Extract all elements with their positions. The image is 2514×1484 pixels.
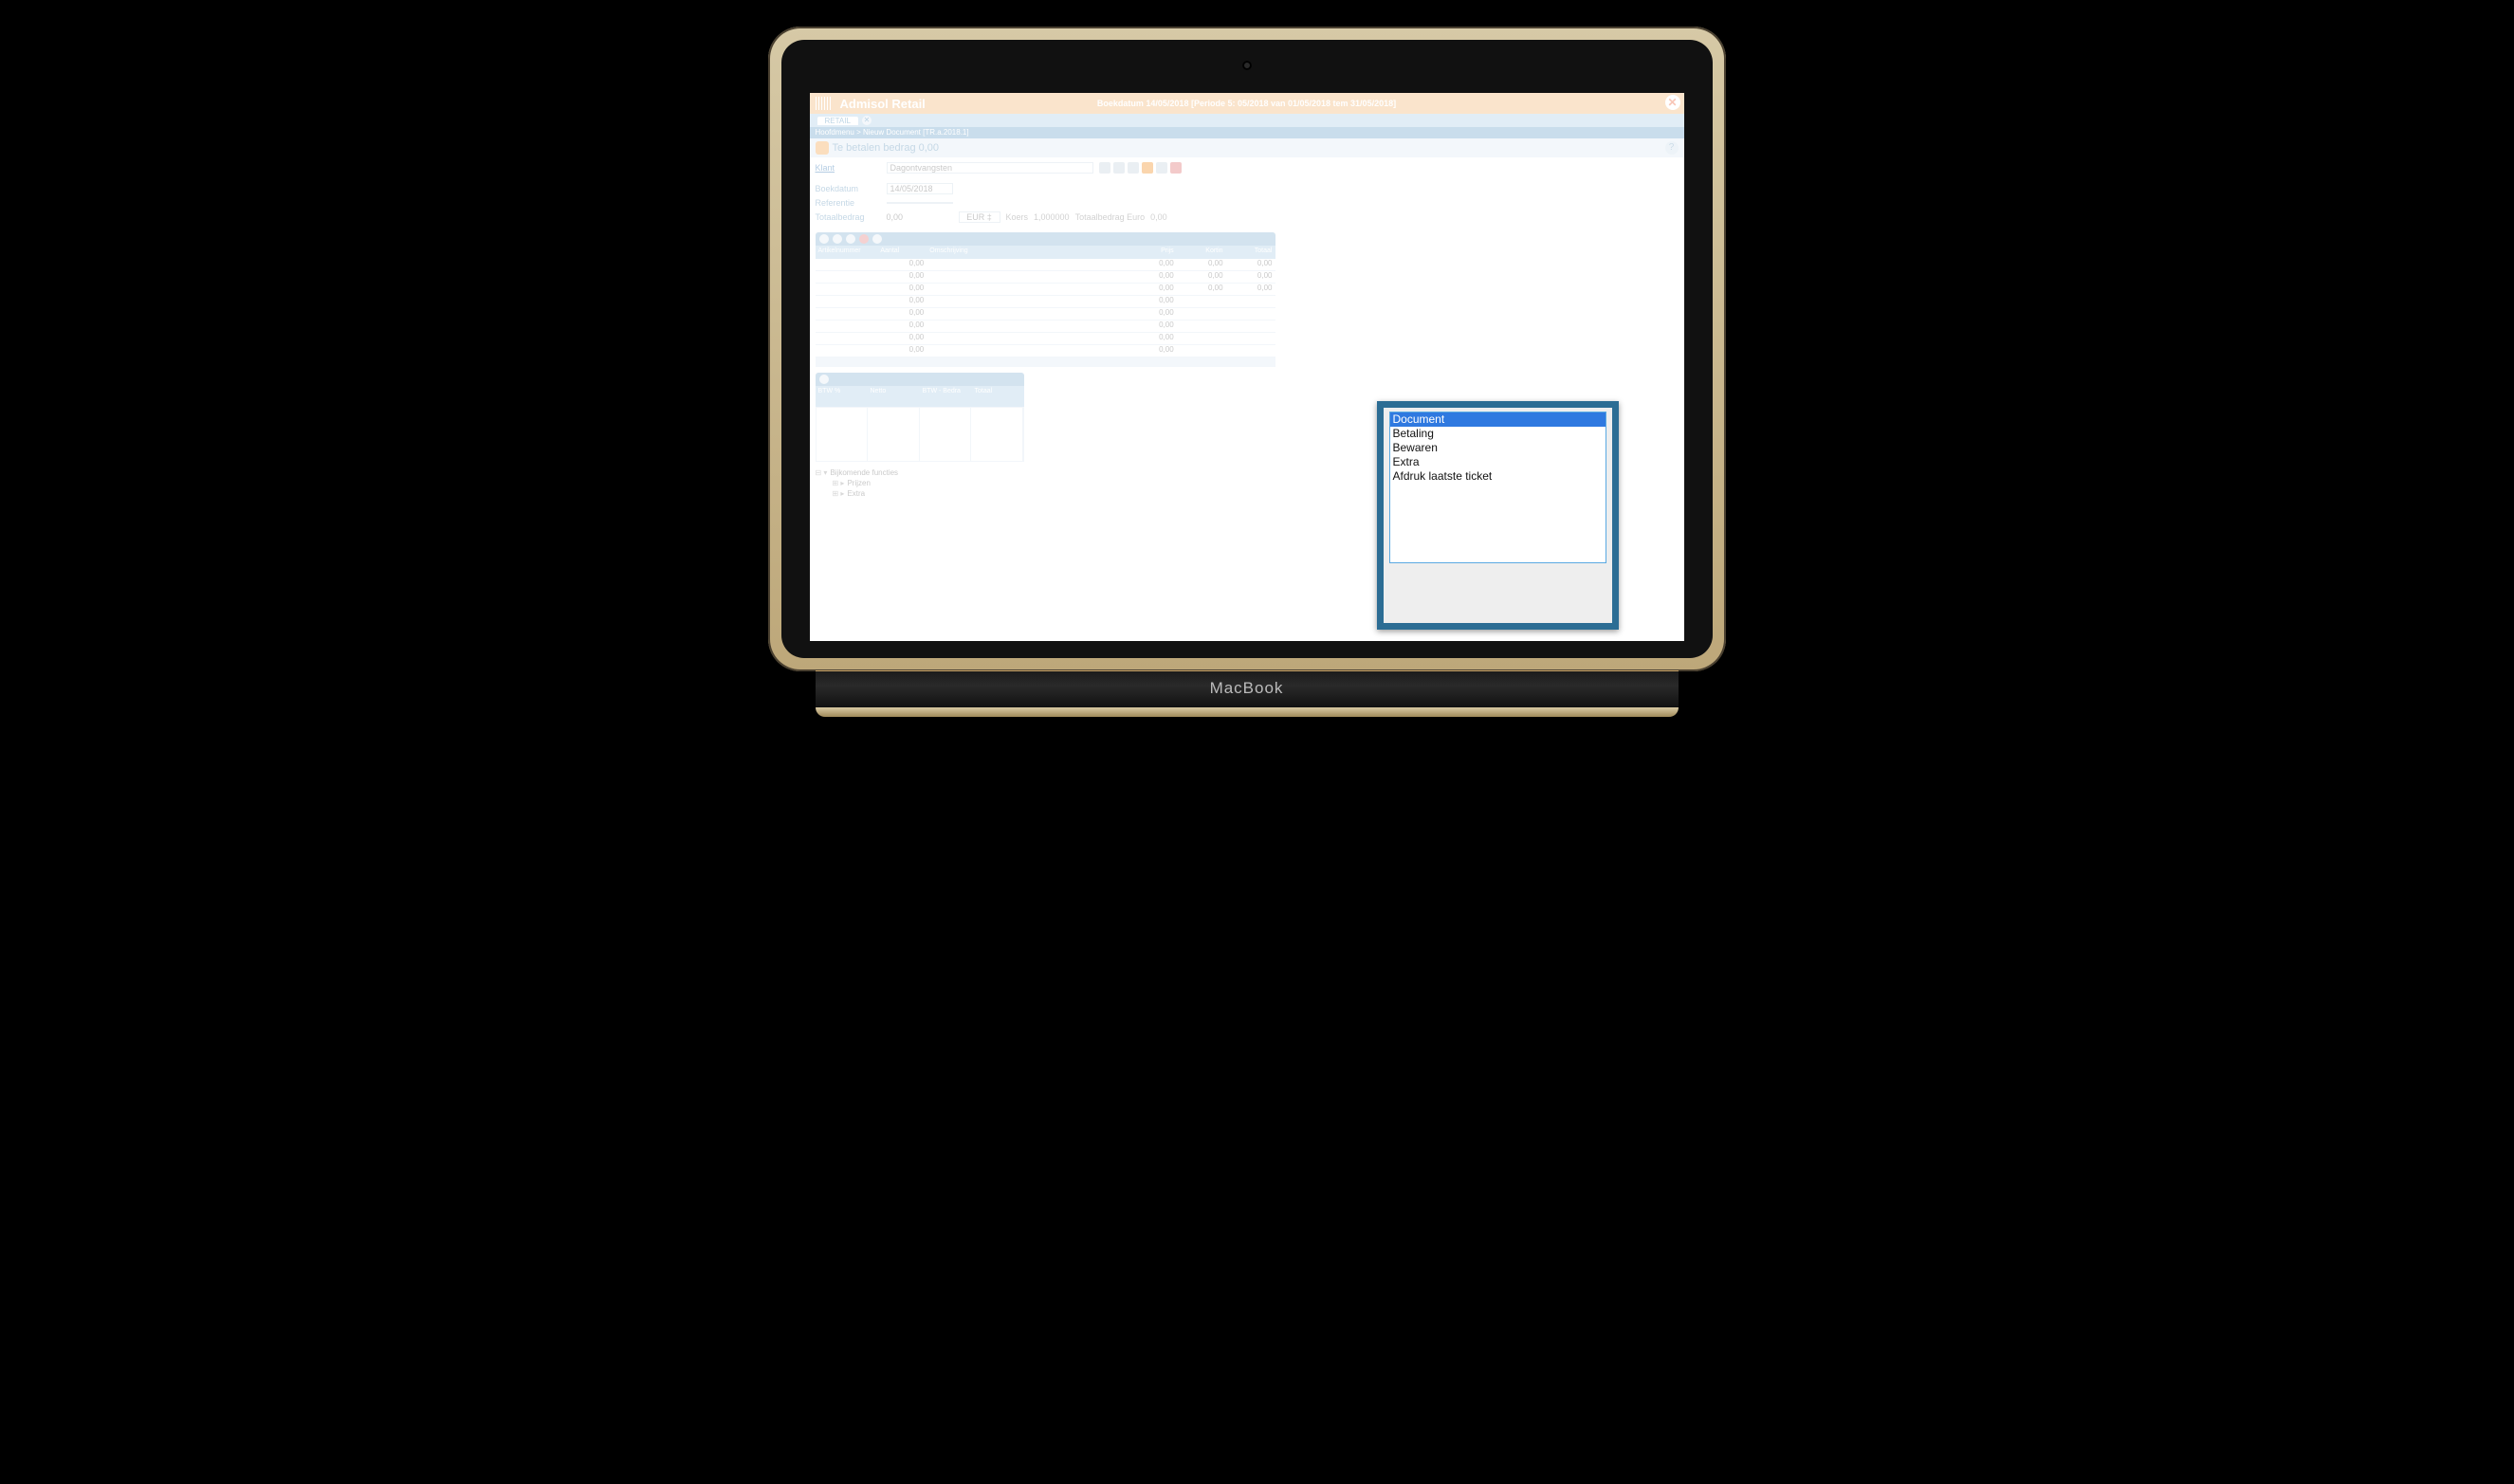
- popup-item-afdruk[interactable]: Afdruk laatste ticket: [1390, 469, 1606, 484]
- laptop-bezel: Admisol Retail Boekdatum 14/05/2018 [Per…: [781, 40, 1713, 658]
- laptop-hinge: MacBook: [816, 670, 1679, 707]
- camera-icon: [1242, 61, 1252, 70]
- popup-dialog: Document Betaling Bewaren Extra Afdruk l…: [1377, 401, 1619, 630]
- laptop-frame: Admisol Retail Boekdatum 14/05/2018 [Per…: [768, 27, 1726, 671]
- app-screen: Admisol Retail Boekdatum 14/05/2018 [Per…: [810, 93, 1684, 641]
- popup-item-bewaren[interactable]: Bewaren: [1390, 441, 1606, 455]
- popup-item-betaling[interactable]: Betaling: [1390, 427, 1606, 441]
- popup-item-document[interactable]: Document: [1390, 412, 1606, 427]
- laptop-base: [816, 707, 1679, 717]
- popup-item-extra[interactable]: Extra: [1390, 455, 1606, 469]
- popup-listbox[interactable]: Document Betaling Bewaren Extra Afdruk l…: [1389, 412, 1606, 563]
- laptop-label: MacBook: [816, 679, 1679, 698]
